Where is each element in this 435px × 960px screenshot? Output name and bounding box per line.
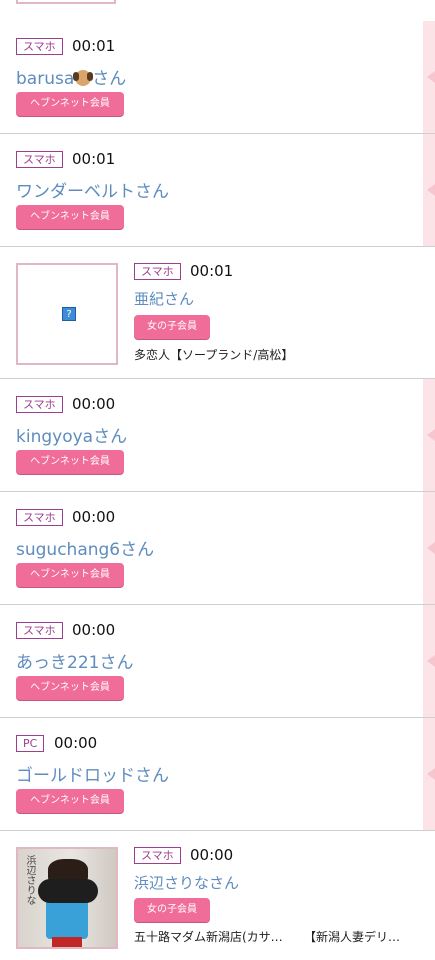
device-badge: スマホ: [16, 622, 63, 639]
member-type-tag[interactable]: ヘブンネット会員: [16, 789, 124, 813]
access-time: 00:01: [72, 37, 116, 55]
user-name[interactable]: kingyoyaさん: [16, 422, 127, 447]
access-time: 00:01: [72, 150, 116, 168]
list-item[interactable]: スマホ 00:01 ワンダーベルトさん ヘブンネット会員: [0, 134, 435, 247]
device-badge: スマホ: [16, 38, 63, 55]
user-name[interactable]: 浜辺さりなさん: [134, 872, 239, 893]
device-badge: スマホ: [134, 847, 181, 864]
list-item[interactable]: 浜辺さりな スマホ 00:00 浜辺さりなさん 女の子会員 五十路マダム新潟店(…: [0, 831, 435, 960]
access-time: 00:00: [72, 508, 116, 526]
member-type-tag[interactable]: ヘブンネット会員: [16, 563, 124, 587]
member-type-tag[interactable]: 女の子会員: [134, 315, 210, 339]
user-name[interactable]: ゴールドロッドさん: [16, 761, 169, 786]
list-item[interactable]: スマホ 00:00 suguchang6さん ヘブンネット会員: [0, 492, 435, 605]
girl-photo[interactable]: 浜辺さりな: [16, 847, 118, 949]
device-badge: スマホ: [134, 263, 181, 280]
member-type-tag[interactable]: ヘブンネット会員: [16, 676, 124, 700]
side-tab[interactable]: [423, 21, 435, 133]
list-item[interactable]: スマホ 00:01 barusa さん ヘブンネット会員: [0, 21, 435, 134]
access-time: 00:01: [190, 262, 234, 280]
device-badge: スマホ: [16, 396, 63, 413]
shop-info[interactable]: 五十路マダム新潟店(カサ…: [134, 928, 283, 945]
member-type-tag[interactable]: ヘブンネット会員: [16, 205, 124, 229]
access-time: 00:00: [72, 395, 116, 413]
list-item[interactable]: ? スマホ 00:01 亜紀さん 女の子会員 多恋人【ソープランド/高松】: [0, 247, 435, 379]
photo-jacket: [38, 879, 98, 903]
device-badge: スマホ: [16, 151, 63, 168]
missing-image-icon: ?: [62, 307, 76, 321]
access-time: 00:00: [54, 734, 98, 752]
member-type-tag[interactable]: ヘブンネット会員: [16, 92, 124, 116]
dog-face-icon: [73, 70, 94, 86]
access-time: 00:00: [72, 621, 116, 639]
shop-info-secondary[interactable]: 【新潟人妻デリ…: [304, 928, 400, 945]
member-type-tag[interactable]: ヘブンネット会員: [16, 450, 124, 474]
device-badge: PC: [16, 735, 45, 752]
device-badge: スマホ: [16, 509, 63, 526]
list-item[interactable]: スマホ 00:00 あっき221さん ヘブンネット会員: [0, 605, 435, 718]
user-name[interactable]: ワンダーベルトさん: [16, 177, 169, 202]
shop-info[interactable]: 多恋人【ソープランド/高松】: [134, 346, 293, 363]
previous-thumbnail-edge: [16, 0, 116, 4]
girl-thumbnail[interactable]: ?: [16, 263, 118, 365]
user-name[interactable]: barusa さん: [16, 64, 126, 89]
side-tab[interactable]: [423, 379, 435, 491]
photo-caption: 浜辺さりな: [24, 855, 35, 905]
photo-shoes: [52, 937, 82, 947]
side-tab[interactable]: [423, 492, 435, 604]
side-tab[interactable]: [423, 718, 435, 830]
side-tab[interactable]: [423, 134, 435, 246]
user-name[interactable]: suguchang6さん: [16, 535, 154, 560]
side-tab[interactable]: [423, 605, 435, 717]
user-name[interactable]: あっき221さん: [16, 648, 133, 673]
list-item[interactable]: スマホ 00:00 kingyoyaさん ヘブンネット会員: [0, 379, 435, 492]
access-time: 00:00: [190, 846, 234, 864]
user-name[interactable]: 亜紀さん: [134, 288, 194, 309]
member-type-tag[interactable]: 女の子会員: [134, 898, 210, 922]
list-item[interactable]: PC 00:00 ゴールドロッドさん ヘブンネット会員: [0, 718, 435, 831]
